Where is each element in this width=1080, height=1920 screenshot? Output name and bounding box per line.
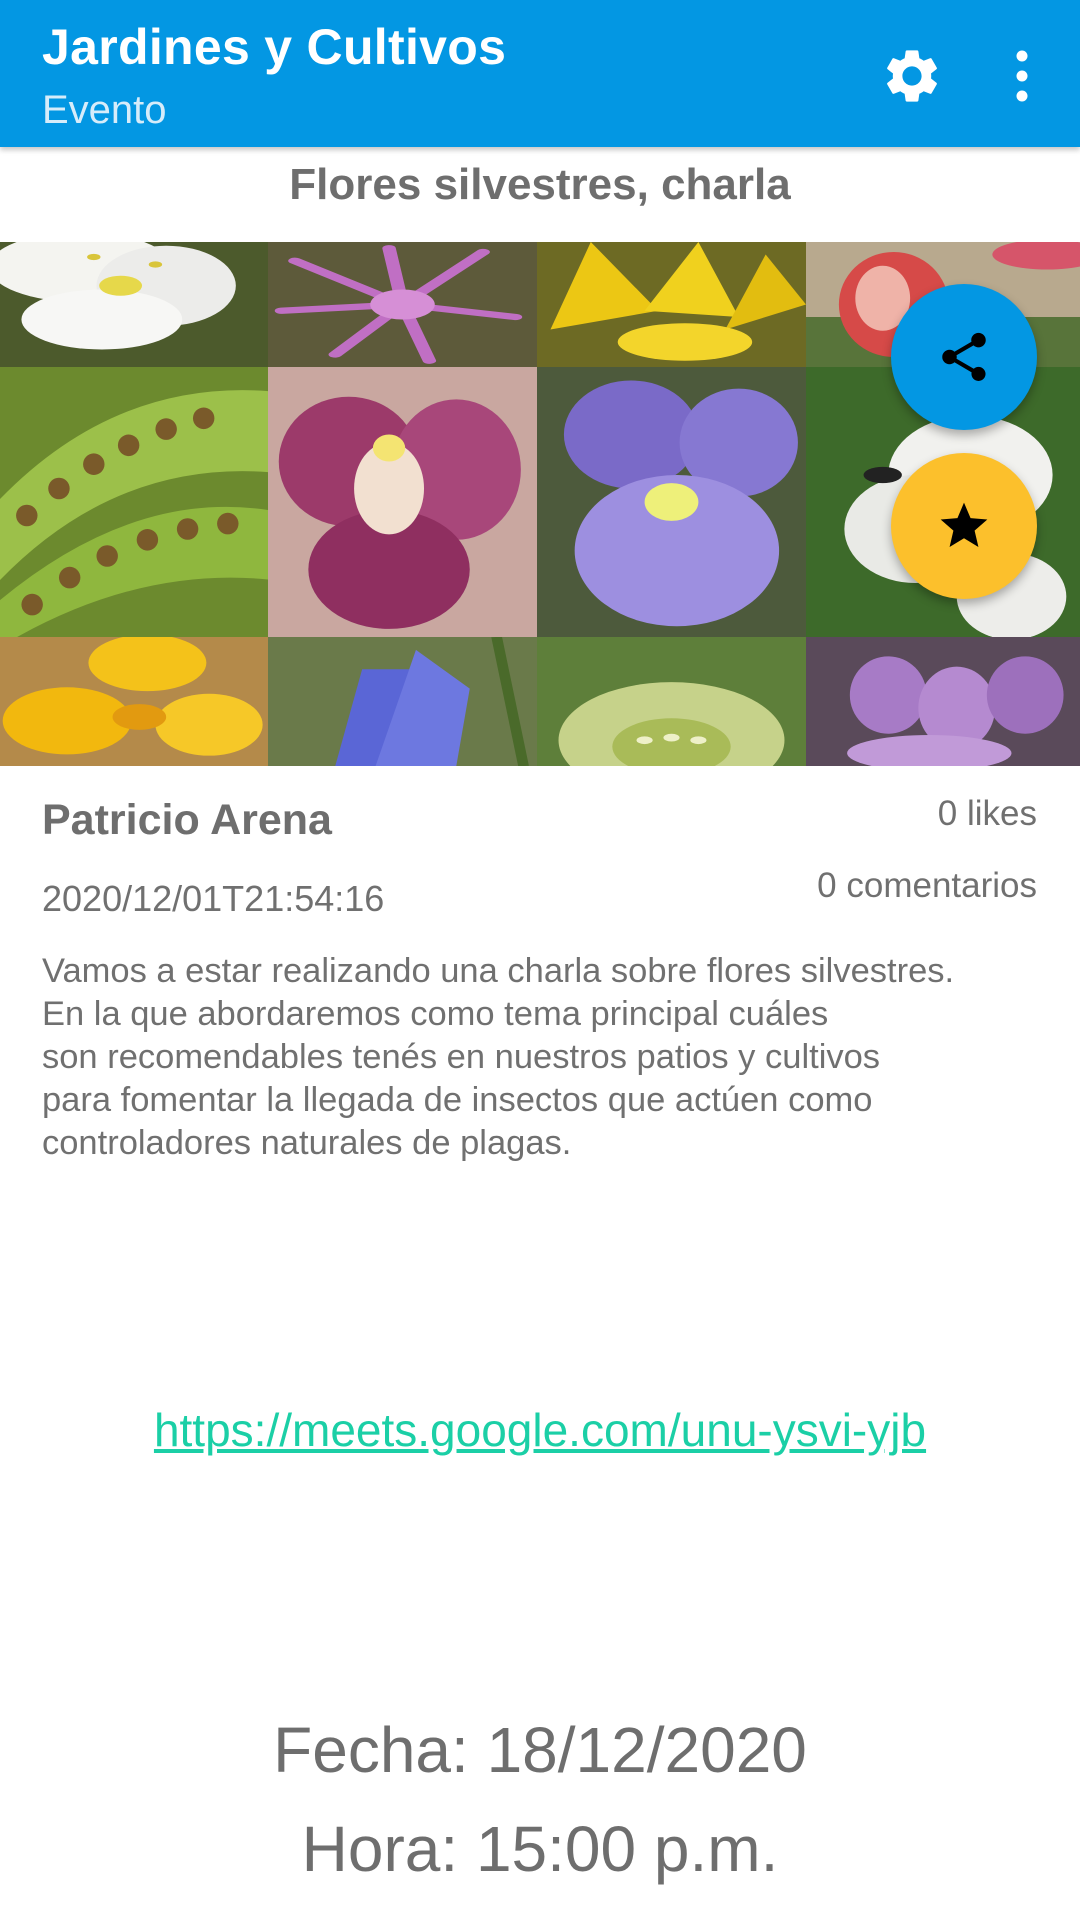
share-button[interactable] [891, 284, 1037, 430]
description-line: controladores naturales de plagas. [42, 1124, 572, 1162]
yellow-flower-photo [537, 242, 806, 367]
description-line: Vamos a estar realizando una charla sobr… [42, 952, 955, 990]
more-options-button[interactable] [1000, 44, 1044, 108]
star-icon [940, 502, 988, 547]
gear-icon [887, 50, 937, 102]
meeting-link[interactable]: https://meets.google.com/unu-ysvi-yjb [0, 1403, 1080, 1457]
more-vertical-icon [1016, 50, 1028, 102]
event-description: Vamos a estar realizando una charla sobr… [42, 950, 1052, 1165]
description-line: para fomentar la llegada de insectos que… [42, 1081, 873, 1119]
purple-toadflax-photo [537, 367, 806, 637]
purple-orchid-photo [806, 637, 1080, 766]
app-title: Jardines y Cultivos [42, 19, 507, 75]
description-line: son recomendables tenés en nuestros pati… [42, 1038, 881, 1076]
pink-fringed-flower-photo [268, 242, 537, 367]
event-date: Fecha: 18/12/2020 [273, 1714, 807, 1786]
author-name: Patricio Arena [42, 796, 332, 844]
app-bar: Jardines y Cultivos Evento [0, 0, 1080, 147]
share-icon [942, 332, 986, 381]
blue-gentian-photo [268, 637, 537, 766]
pink-orchid-photo [268, 367, 537, 637]
comments-count[interactable]: 0 comentarios [817, 866, 1037, 906]
app-subtitle: Evento [42, 88, 167, 132]
description-line: En la que abordaremos como tema principa… [42, 995, 829, 1033]
event-time: Hora: 15:00 p.m. [301, 1813, 779, 1885]
white-flower-photo [0, 242, 268, 367]
settings-button[interactable] [880, 44, 944, 108]
likes-count: 0 likes [937, 794, 1037, 833]
green-hellebore-photo [537, 637, 806, 766]
event-title: Flores silvestres, charla [289, 160, 791, 209]
favorite-button[interactable] [891, 453, 1037, 599]
post-timestamp: 2020/12/01T21:54:16 [42, 878, 385, 919]
fern-sori-photo [0, 367, 268, 637]
yellow-rockrose-photo [0, 637, 268, 766]
